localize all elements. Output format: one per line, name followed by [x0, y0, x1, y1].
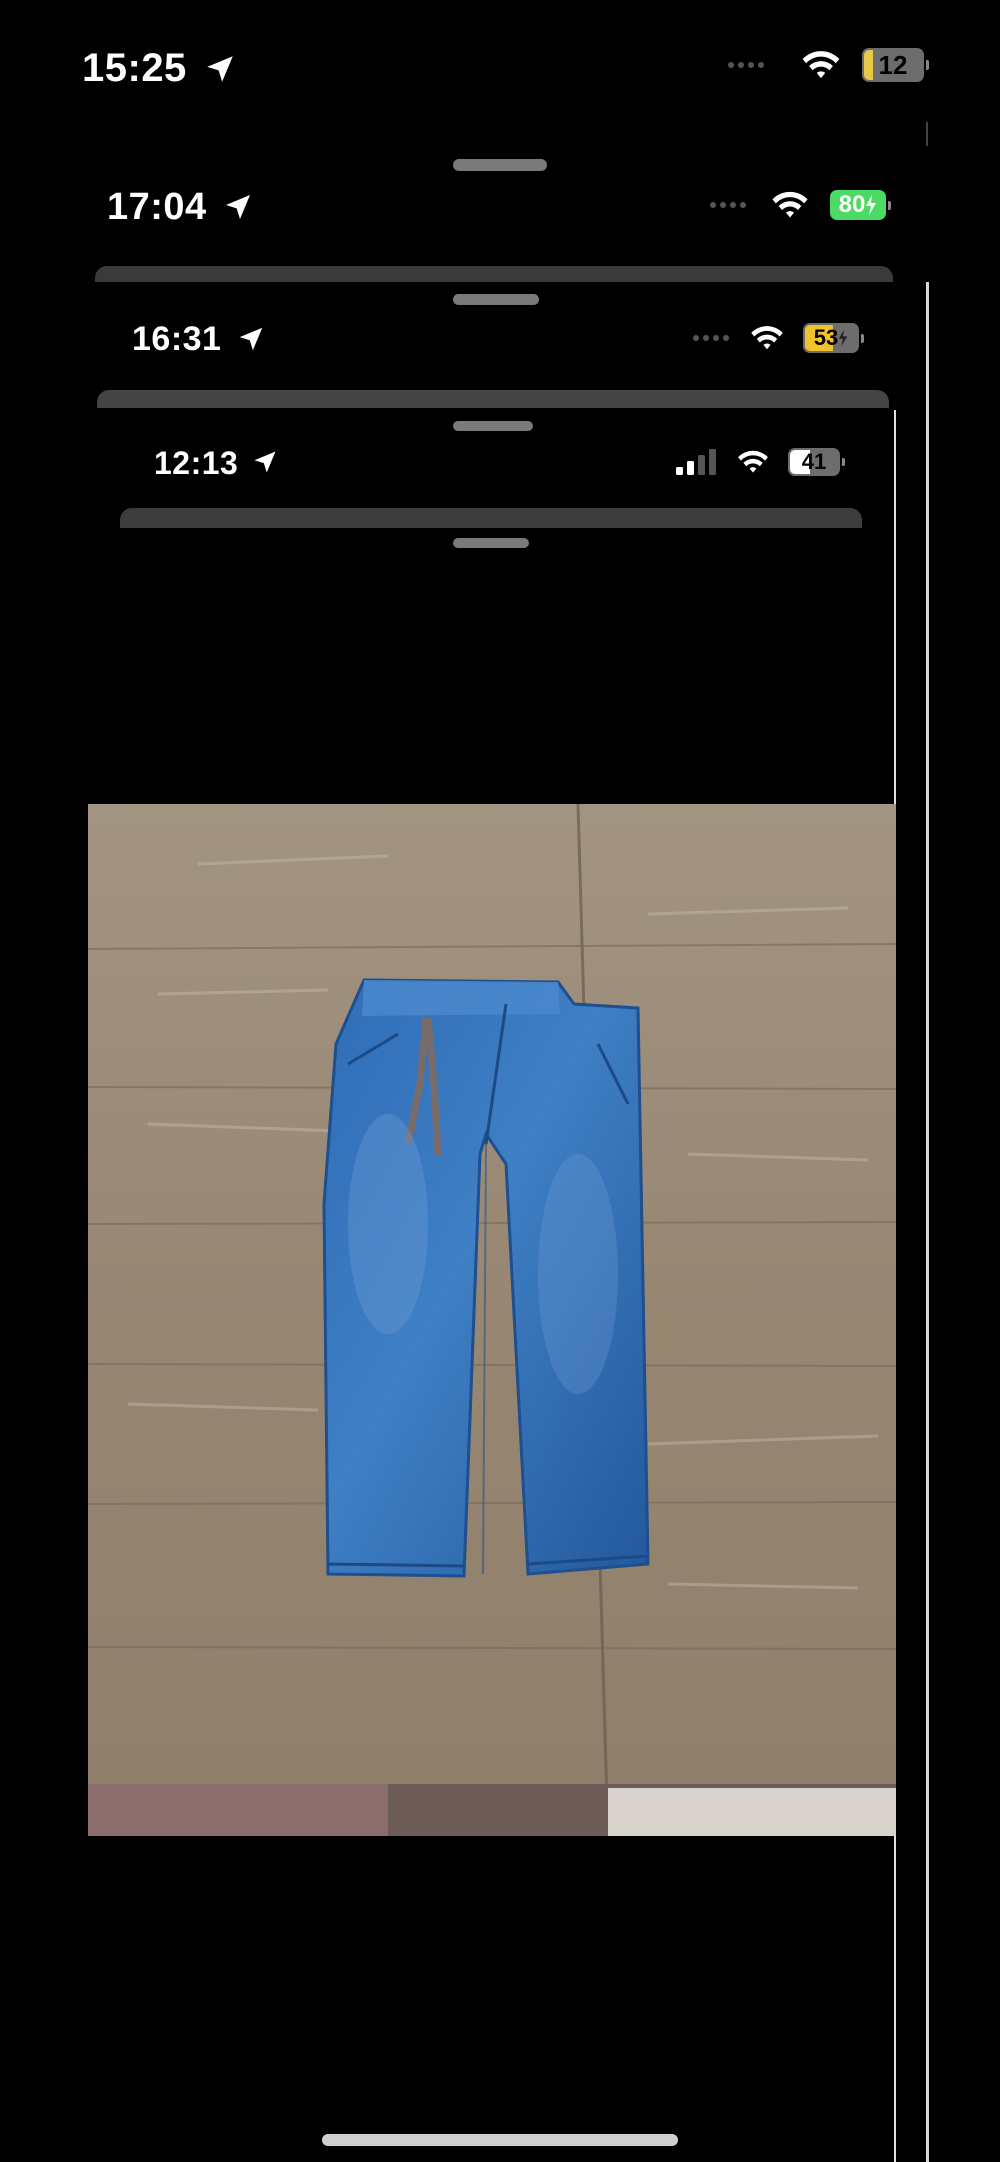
- sheet-border: [926, 122, 928, 146]
- cellular-signal-icon: [710, 202, 746, 208]
- sheet-edge: [95, 266, 893, 282]
- photo-jeans-on-wood-table: [88, 804, 896, 1836]
- charging-bolt-icon: [866, 195, 877, 215]
- status-bar-1: 15:25 12: [0, 40, 1000, 96]
- battery-level: 12: [878, 49, 908, 80]
- battery-icon: 53: [803, 323, 864, 353]
- status-time: 12:13: [154, 444, 239, 481]
- sheet-grabber[interactable]: [453, 538, 529, 548]
- sheet-grabber[interactable]: [453, 159, 547, 171]
- status-time: 16:31: [132, 319, 222, 358]
- wifi-icon: [751, 326, 783, 350]
- wifi-icon: [738, 450, 768, 473]
- wifi-icon: [802, 51, 840, 79]
- battery-icon: 12: [862, 48, 929, 82]
- cellular-signal-icon: [728, 62, 764, 68]
- status-time: 17:04: [107, 185, 207, 228]
- cellular-signal-icon: [693, 335, 729, 341]
- battery-level: 80: [838, 191, 866, 218]
- battery-level: 53: [813, 325, 839, 350]
- sheet-edge: [120, 508, 862, 528]
- sheet-grabber[interactable]: [453, 421, 533, 431]
- wifi-icon: [772, 191, 808, 218]
- home-indicator[interactable]: [322, 2134, 678, 2146]
- location-arrow-icon: [254, 451, 276, 473]
- status-bar-2: 17:04 80: [0, 181, 1000, 233]
- sheet-edge: [97, 390, 889, 408]
- cellular-signal-icon: [676, 449, 716, 475]
- status-bar-3: 16:31 53: [0, 315, 1000, 363]
- battery-icon: 80: [830, 190, 891, 220]
- location-arrow-icon: [226, 195, 250, 219]
- status-bar-4: 12:13 41: [0, 440, 1000, 486]
- location-arrow-icon: [239, 327, 263, 351]
- charging-bolt-icon: [839, 329, 848, 347]
- sheet-border: [926, 282, 929, 2162]
- product-photo[interactable]: [88, 804, 896, 1836]
- battery-icon: 41: [788, 448, 845, 476]
- battery-level: 41: [801, 449, 827, 474]
- sheet-grabber[interactable]: [453, 294, 539, 305]
- location-arrow-icon: [207, 56, 233, 82]
- status-time: 15:25: [82, 45, 187, 90]
